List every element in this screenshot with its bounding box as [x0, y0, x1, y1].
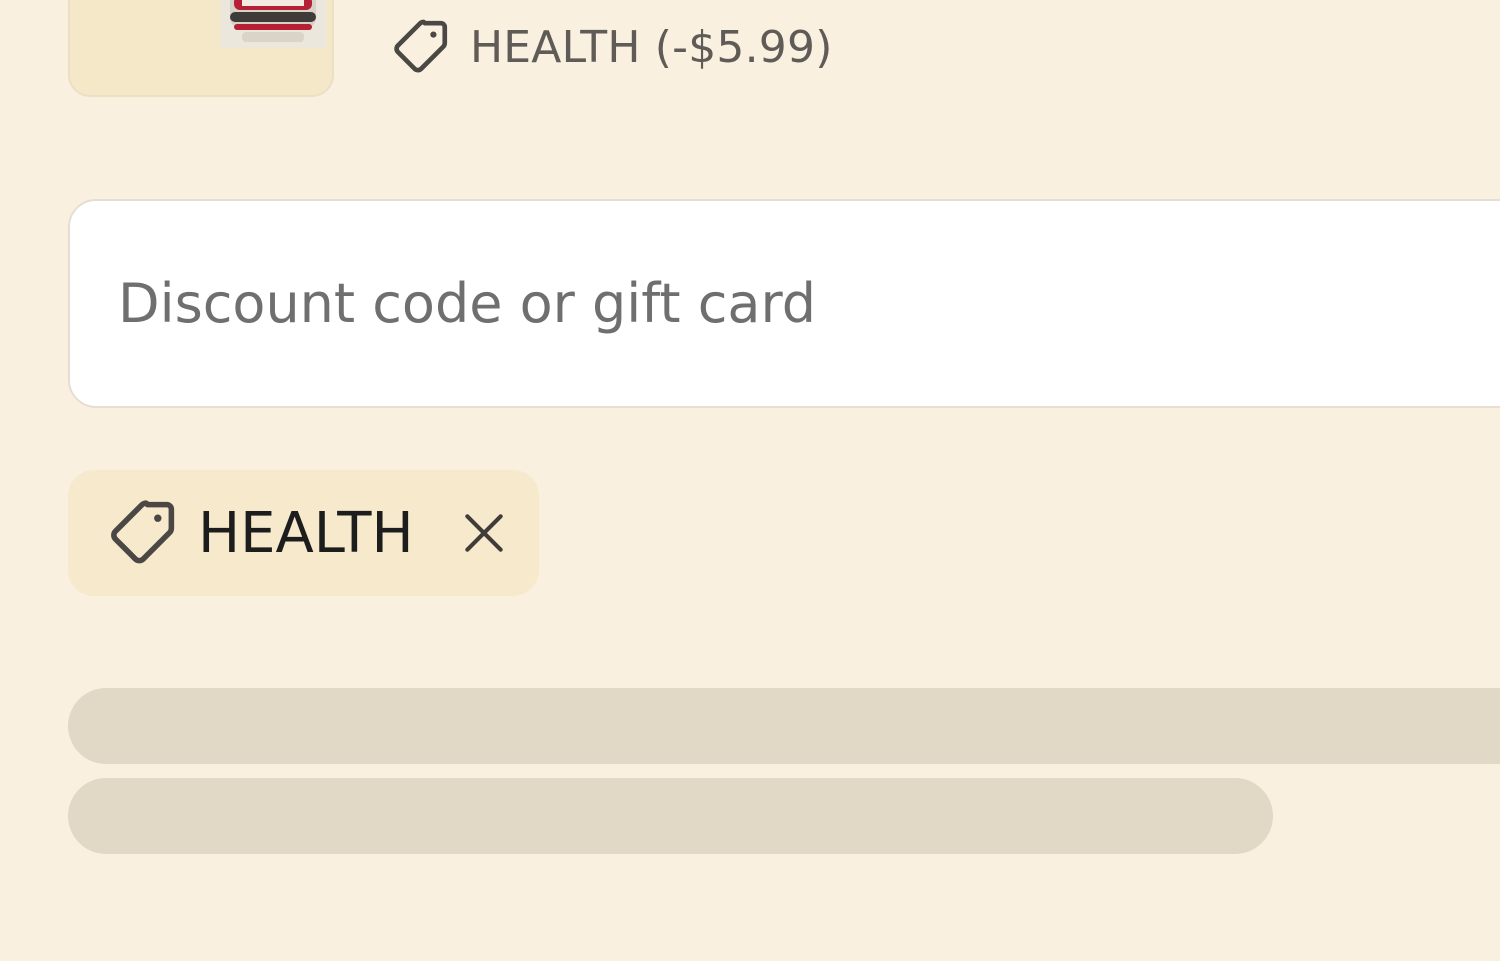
close-icon [464, 514, 503, 552]
product-thumbnail [68, 0, 334, 97]
loading-placeholder-bar [68, 778, 1273, 854]
line-item-discount: HEALTH (-$5.99) [390, 14, 833, 80]
line-item-discount-text: HEALTH (-$5.99) [470, 21, 833, 73]
applied-discount-chip: HEALTH [68, 470, 539, 596]
remove-discount-button[interactable] [454, 503, 514, 563]
product-image [220, 0, 326, 48]
discount-code-input[interactable] [68, 199, 1500, 408]
applied-discount-code: HEALTH [198, 500, 414, 566]
tag-icon [106, 496, 180, 570]
tag-icon [390, 16, 452, 78]
loading-placeholder-bar [68, 688, 1500, 764]
